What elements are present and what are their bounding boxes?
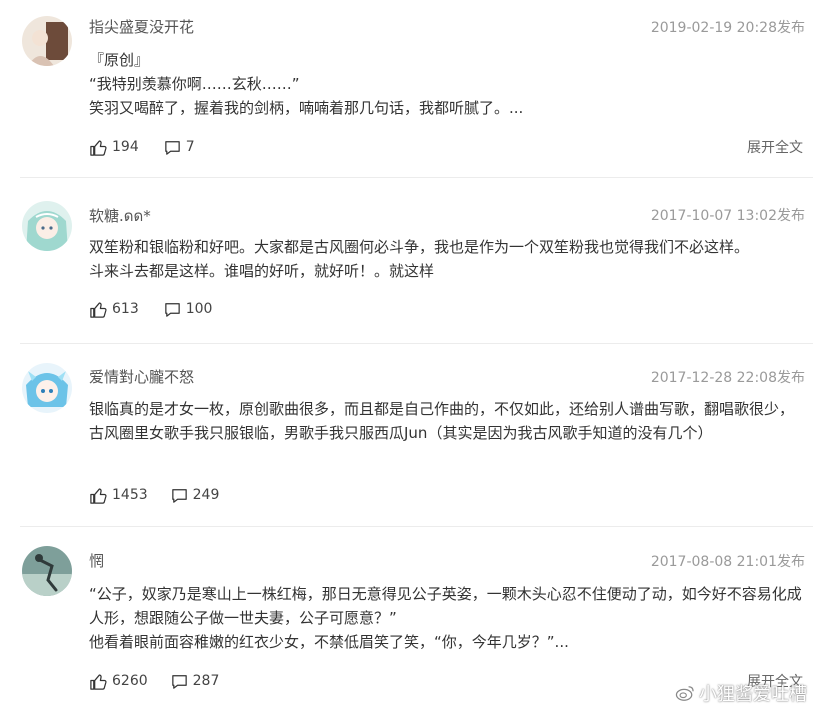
thumbs-up-icon: [90, 487, 107, 504]
watermark-text: 小狸酱爱吐槽: [699, 684, 807, 705]
reply-count: 249: [192, 487, 220, 503]
action-bar: 6260 287: [89, 670, 219, 692]
username[interactable]: 惘: [89, 550, 104, 571]
text-line: “我特别羡慕你啊……玄秋……”: [89, 75, 300, 93]
watermark: 小狸酱爱吐槽: [675, 680, 807, 706]
like-button[interactable]: 6260: [89, 672, 148, 691]
timestamp: 2017-10-07 13:02发布: [650, 208, 805, 224]
reply-button[interactable]: 7: [163, 138, 195, 157]
avatar[interactable]: [22, 16, 72, 66]
avatar-image: [22, 546, 72, 596]
expand-full-text-link[interactable]: 展开全文: [747, 137, 803, 157]
like-count: 6260: [112, 673, 148, 689]
comment-text: 银临真的是才女一枚，原创歌曲很多，而且都是自己作曲的，不仅如此，还给别人谱曲写歌…: [89, 397, 807, 445]
reply-button[interactable]: 100: [163, 300, 213, 319]
reply-count: 287: [192, 673, 220, 689]
action-bar: 613 100: [89, 298, 212, 320]
like-button[interactable]: 194: [89, 138, 139, 157]
avatar[interactable]: [22, 201, 72, 251]
weibo-logo-icon: [675, 686, 694, 701]
speech-bubble-icon: [164, 140, 180, 155]
comment-text: “公子，奴家乃是寒山上一株红梅，那日无意得见公子英姿，一颗木头心忍不住便动了动，…: [89, 582, 811, 654]
reply-count: 100: [185, 301, 213, 317]
text-line: 笑羽又喝醉了，握着我的剑柄，喃喃着那几句话，我都听腻了。...: [89, 99, 524, 117]
speech-bubble-icon: [171, 674, 187, 689]
thumbs-up-icon: [90, 301, 107, 318]
text-line: 双笙粉和银临粉和好吧。大家都是古风圈何必斗争，我也是作为一个双笙粉我也觉得我们不…: [89, 238, 750, 256]
divider: [20, 526, 813, 527]
like-button[interactable]: 1453: [89, 486, 148, 505]
timestamp: 2017-12-28 22:08发布: [650, 370, 805, 386]
reply-count: 7: [185, 139, 195, 155]
like-count: 194: [112, 139, 139, 155]
text-line: “公子，奴家乃是寒山上一株红梅，那日无意得见公子英姿，一颗木头心忍不住便动了动，…: [89, 585, 802, 627]
reply-button[interactable]: 249: [170, 486, 220, 505]
username[interactable]: 指尖盛夏没开花: [89, 16, 194, 37]
speech-bubble-icon: [164, 302, 180, 317]
avatar-image: [22, 363, 72, 413]
action-bar: 1453 249: [89, 484, 219, 506]
like-count: 613: [112, 301, 139, 317]
avatar[interactable]: [22, 363, 72, 413]
thumbs-up-icon: [90, 139, 107, 156]
divider: [20, 177, 813, 178]
text-line: 他看着眼前面容稚嫩的红衣少女，不禁低眉笑了笑，“你，今年几岁？”...: [89, 633, 569, 651]
comment-text: 『原创』 “我特别羡慕你啊……玄秋……” 笑羽又喝醉了，握着我的剑柄，喃喃着那几…: [89, 48, 809, 120]
reply-button[interactable]: 287: [170, 672, 220, 691]
text-line: 『原创』: [89, 51, 150, 69]
timestamp: 2019-02-19 20:28发布: [650, 20, 805, 36]
comment-feed: 指尖盛夏没开花 2019-02-19 20:28发布 『原创』 “我特别羡慕你啊…: [0, 0, 833, 717]
action-bar: 194 7: [89, 136, 195, 158]
like-button[interactable]: 613: [89, 300, 139, 319]
avatar-image: [22, 16, 72, 66]
speech-bubble-icon: [171, 488, 187, 503]
like-count: 1453: [112, 487, 148, 503]
timestamp: 2017-08-08 21:01发布: [650, 554, 805, 570]
comment-text: 双笙粉和银临粉和好吧。大家都是古风圈何必斗争，我也是作为一个双笙粉我也觉得我们不…: [89, 235, 809, 283]
avatar-image: [22, 201, 72, 251]
text-line: 银临真的是才女一枚，原创歌曲很多，而且都是自己作曲的，不仅如此，还给别人谱曲写歌…: [89, 400, 795, 442]
divider: [20, 343, 813, 344]
thumbs-up-icon: [90, 673, 107, 690]
username[interactable]: 爱情對心朧不怒: [89, 366, 194, 387]
username[interactable]: 软糖.ดด*: [89, 204, 151, 228]
avatar[interactable]: [22, 546, 72, 596]
text-line: 斗来斗去都是这样。谁唱的好听，就好听！。就这样: [89, 262, 435, 280]
